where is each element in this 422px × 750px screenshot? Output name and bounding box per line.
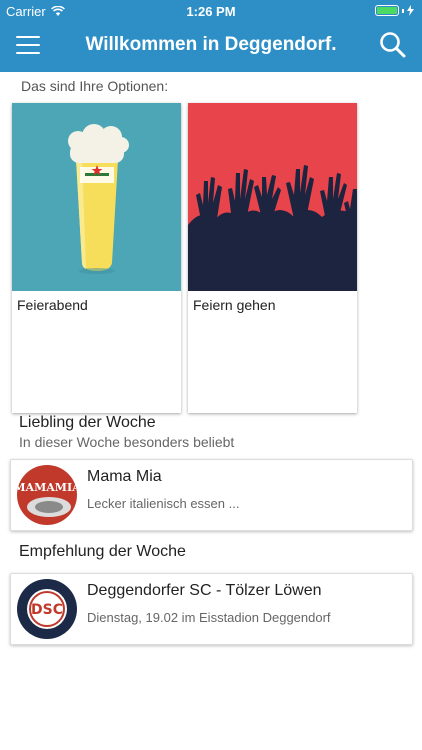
app-header: Carrier 1:26 PM Willkommen in Deggendorf… — [0, 0, 422, 72]
beer-illustration — [12, 103, 181, 291]
favorite-subheading: In dieser Woche besonders beliebt — [19, 434, 235, 450]
nav-bar: Willkommen in Deggendorf. — [0, 22, 422, 72]
recommendation-item[interactable]: DSC Deggendorfer SC - Tölzer Löwen Diens… — [10, 573, 413, 645]
favorite-heading: Liebling der Woche — [19, 414, 156, 431]
option-card-feierabend[interactable]: Feierabend — [12, 103, 181, 413]
crowd-hands-icon — [188, 165, 357, 291]
beer-glass-icon — [68, 124, 129, 274]
search-button[interactable] — [378, 30, 408, 60]
recommendation-description: Dienstag, 19.02 im Eisstadion Deggendorf — [87, 610, 331, 625]
status-time: 1:26 PM — [186, 4, 236, 19]
favorite-name: Mama Mia — [87, 468, 162, 485]
dsc-logo-text: DSC — [31, 602, 63, 618]
favorite-description: Lecker italienisch essen ... — [87, 496, 240, 511]
options-heading: Das sind Ihre Optionen: — [21, 78, 169, 94]
search-icon — [380, 32, 406, 58]
option-label-feierabend: Feierabend — [17, 297, 88, 313]
mama-mia-logo: MAMAMIA — [17, 465, 77, 525]
status-bar: Carrier 1:26 PM — [0, 0, 422, 22]
option-card-feiern-gehen[interactable]: Feiern gehen — [188, 103, 357, 413]
recommendation-name: Deggendorfer SC - Tölzer Löwen — [87, 582, 322, 599]
party-illustration — [188, 103, 357, 291]
dsc-logo: DSC — [17, 579, 77, 639]
mama-mia-logo-text: MAMAMIA — [17, 481, 77, 494]
favorite-item[interactable]: MAMAMIA Mama Mia Lecker italienisch esse… — [10, 459, 413, 531]
battery-icon — [375, 5, 414, 16]
option-label-feiern-gehen: Feiern gehen — [193, 297, 276, 313]
page-title: Willkommen in Deggendorf. — [85, 34, 337, 55]
charging-icon — [407, 5, 414, 16]
recommendation-heading: Empfehlung der Woche — [19, 543, 186, 560]
